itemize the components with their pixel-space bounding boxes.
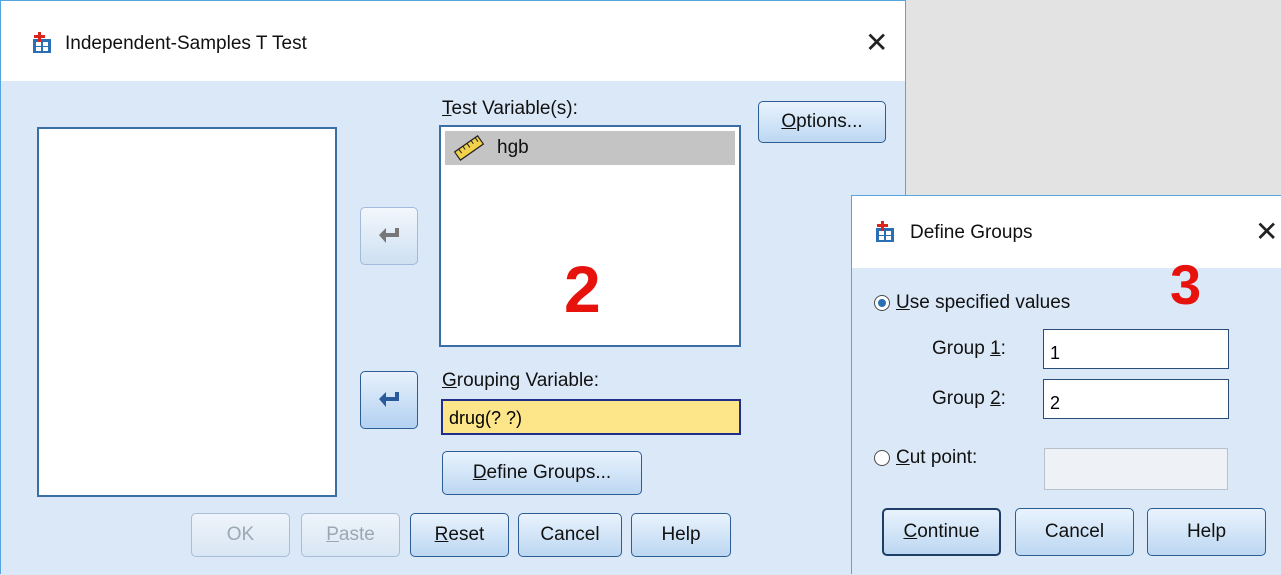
define-groups-button[interactable]: Define Groups... xyxy=(442,451,642,495)
group1-input[interactable]: 1 xyxy=(1043,329,1229,369)
help-button[interactable]: Help xyxy=(631,513,731,557)
dialog-body: Test Variable(s): hgb 2 O ptions... Grou… xyxy=(1,81,905,575)
options-button[interactable]: Options... xyxy=(758,101,886,143)
list-item-label: hgb xyxy=(497,137,529,158)
cut-point-input[interactable] xyxy=(1044,448,1228,490)
ok-button[interactable]: OK xyxy=(191,513,290,557)
dialog-title: Independent-Samples T Test xyxy=(65,33,307,54)
continue-button[interactable]: Continue xyxy=(882,508,1001,556)
dialog-title: Define Groups xyxy=(910,222,1033,243)
cancel-button[interactable]: Cancel xyxy=(1015,508,1134,556)
annotation-number-3: 3 xyxy=(1170,253,1202,316)
independent-samples-t-test-dialog: Independent-Samples T Test ✕ Test Variab… xyxy=(0,0,906,575)
move-to-grouping-variable-button[interactable] xyxy=(360,371,418,429)
use-specified-values-radio[interactable] xyxy=(874,295,890,311)
spss-app-icon xyxy=(31,31,55,55)
move-to-test-variables-button[interactable] xyxy=(360,207,418,265)
close-icon[interactable]: ✕ xyxy=(865,29,888,57)
paste-button[interactable]: Paste xyxy=(301,513,400,557)
annotation-number-2: 2 xyxy=(564,252,601,326)
cut-point-label: Cut point: xyxy=(896,447,978,468)
use-specified-values-label: Use specified values xyxy=(896,292,1071,313)
close-icon[interactable]: ✕ xyxy=(1255,218,1278,246)
test-variables-label: Test Variable(s): xyxy=(442,98,578,119)
arrow-left-icon xyxy=(379,392,399,407)
cut-point-radio[interactable] xyxy=(874,450,890,466)
list-item[interactable]: hgb xyxy=(445,131,735,165)
dialog-title-bar[interactable]: Independent-Samples T Test ✕ xyxy=(1,1,905,81)
ruler-scale-icon xyxy=(453,135,485,161)
grouping-variable-field[interactable]: drug(? ?) xyxy=(441,399,741,435)
spss-app-icon xyxy=(874,220,898,244)
grouping-variable-label: Grouping Variable: xyxy=(442,370,600,391)
cancel-button[interactable]: Cancel xyxy=(518,513,622,557)
group2-input[interactable]: 2 xyxy=(1043,379,1229,419)
reset-button[interactable]: Reset xyxy=(410,513,509,557)
group1-label: Group 1: xyxy=(932,338,1006,359)
group2-label: Group 2: xyxy=(932,388,1006,409)
arrow-right-icon xyxy=(379,228,399,243)
define-groups-title-bar[interactable]: Define Groups ✕ xyxy=(852,196,1281,268)
source-variable-list[interactable] xyxy=(37,127,337,497)
define-groups-body: 3 Use specified values Group 1: 1 Group … xyxy=(852,253,1281,575)
help-button[interactable]: Help xyxy=(1147,508,1266,556)
define-groups-dialog: Define Groups ✕ 3 Use specified values G… xyxy=(851,195,1281,575)
